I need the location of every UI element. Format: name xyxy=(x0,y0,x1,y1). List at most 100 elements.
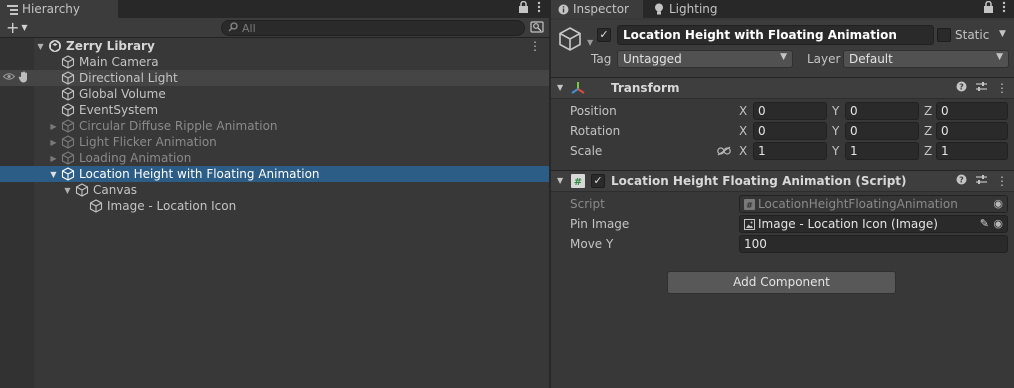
eye-icon[interactable] xyxy=(2,72,16,84)
hierarchy-item-label: Directional Light xyxy=(79,71,178,85)
hierarchy-item[interactable]: ▶ Circular Diffuse Ripple Animation xyxy=(0,118,549,134)
tab-inspector[interactable]: Inspector xyxy=(551,0,643,18)
script-component-header[interactable]: ▼ # ✓ Location Height Floating Animation… xyxy=(551,170,1014,192)
tab-lighting[interactable]: Lighting xyxy=(647,0,727,18)
gameobject-cube-icon xyxy=(61,103,75,117)
rotation-x-field[interactable]: 0 xyxy=(753,122,827,140)
expand-arrow-icon[interactable]: ▼ xyxy=(36,42,45,51)
unity-scene-icon xyxy=(48,39,62,53)
kebab-menu-icon[interactable]: ⋮ xyxy=(529,39,541,53)
svg-text:?: ? xyxy=(959,176,964,185)
hierarchy-item[interactable]: ▶ Light Flicker Animation xyxy=(0,134,549,150)
pen-icon[interactable]: ✎ xyxy=(980,217,989,230)
gameobject-cube-icon xyxy=(61,55,75,69)
hierarchy-item[interactable]: Directional Light xyxy=(0,70,549,86)
hierarchy-item[interactable]: ▶ Loading Animation xyxy=(0,150,549,166)
axis-y-label: Y xyxy=(832,124,840,138)
inspector-tabbar: Inspector Lighting xyxy=(551,0,1014,18)
gameobject-cube-icon[interactable] xyxy=(557,26,585,54)
position-z-field[interactable]: 0 xyxy=(936,102,1008,120)
hierarchy-panel: Hierarchy +▼ ▼ xyxy=(0,0,549,388)
expand-arrow-icon[interactable]: ▼ xyxy=(49,170,58,179)
static-checkbox[interactable] xyxy=(937,28,951,42)
help-icon[interactable]: ? xyxy=(956,174,967,188)
object-name-field[interactable]: Location Height with Floating Animation xyxy=(617,25,934,45)
chevron-down-icon: ▼ xyxy=(21,23,28,32)
visibility-toggles xyxy=(2,71,33,86)
chevron-down-icon[interactable]: ▼ xyxy=(557,83,563,92)
scale-x-field[interactable]: 1 xyxy=(753,142,827,160)
transform-component-header[interactable]: ▼ Transform ? ⋮ xyxy=(551,77,1014,99)
lock-icon[interactable] xyxy=(983,0,994,16)
svg-text:?: ? xyxy=(959,83,964,92)
hierarchy-item-label: Circular Diffuse Ripple Animation xyxy=(79,119,278,133)
position-y-field[interactable]: 0 xyxy=(845,102,919,120)
move-y-row: Move Y 100 xyxy=(551,234,1014,254)
hierarchy-item-label: Canvas xyxy=(93,183,138,197)
hierarchy-item-label: Image - Location Icon xyxy=(107,199,237,213)
pick-hand-icon[interactable] xyxy=(18,71,29,86)
tab-hierarchy[interactable]: Hierarchy xyxy=(0,0,118,18)
help-icon[interactable]: ? xyxy=(956,81,967,95)
kebab-menu-icon[interactable]: ⋮ xyxy=(996,174,1008,188)
kebab-menu-icon[interactable]: ⋮ xyxy=(996,81,1008,95)
scale-y-field[interactable]: 1 xyxy=(845,142,919,160)
hierarchy-item-label: Location Height with Floating Animation xyxy=(79,167,320,181)
layer-dropdown[interactable]: Default ▼ xyxy=(843,50,1009,68)
lock-icon[interactable] xyxy=(518,0,529,16)
expand-arrow-icon[interactable]: ▼ xyxy=(63,186,72,195)
lighting-bulb-icon xyxy=(653,3,665,15)
pin-image-row: Pin Image Image - Location Icon (Image) … xyxy=(551,214,1014,234)
hierarchy-search[interactable] xyxy=(221,20,525,36)
scale-z-field[interactable]: 1 xyxy=(936,142,1008,160)
chevron-down-icon: ▼ xyxy=(780,52,787,62)
svg-text:#: # xyxy=(746,201,753,210)
create-button[interactable]: + ▼ xyxy=(6,20,34,36)
hierarchy-item-label: Main Camera xyxy=(79,55,159,69)
hierarchy-item-label: Light Flicker Animation xyxy=(79,135,217,149)
hierarchy-item[interactable]: Global Volume xyxy=(0,86,549,102)
script-hash-icon: # xyxy=(744,199,755,210)
expand-arrow-icon[interactable]: ▶ xyxy=(49,122,58,131)
hierarchy-item[interactable]: EventSystem xyxy=(0,102,549,118)
hierarchy-item[interactable]: ▼ Canvas xyxy=(0,182,549,198)
hierarchy-icon xyxy=(6,3,18,15)
preset-icon[interactable] xyxy=(976,174,987,188)
tag-value: Untagged xyxy=(623,52,682,66)
chevron-down-icon[interactable]: ▼ xyxy=(999,29,1006,39)
gameobject-cube-icon xyxy=(61,119,75,133)
static-label: Static xyxy=(955,28,990,42)
expand-arrow-icon[interactable]: ▶ xyxy=(49,154,58,163)
gameobject-cube-icon xyxy=(61,71,75,85)
hierarchy-item[interactable]: Image - Location Icon xyxy=(0,198,549,214)
chevron-down-icon[interactable]: ▼ xyxy=(587,38,593,47)
image-icon xyxy=(744,219,755,230)
kebab-menu-icon[interactable] xyxy=(537,1,541,16)
tag-dropdown[interactable]: Untagged ▼ xyxy=(617,50,793,68)
constrain-link-icon[interactable] xyxy=(717,145,731,159)
hierarchy-item[interactable]: Main Camera xyxy=(0,54,549,70)
scene-visibility-icon[interactable] xyxy=(530,20,544,34)
search-input[interactable] xyxy=(242,21,502,35)
hierarchy-item-label: Global Volume xyxy=(79,87,166,101)
hierarchy-item-selected[interactable]: ▼ Location Height with Floating Animatio… xyxy=(0,166,549,182)
chevron-down-icon[interactable]: ▼ xyxy=(557,176,563,185)
rotation-z-field[interactable]: 0 xyxy=(936,122,1008,140)
tab-lighting-label: Lighting xyxy=(669,2,718,16)
object-picker-icon[interactable]: ◉ xyxy=(993,217,1003,230)
active-checkbox[interactable]: ✓ xyxy=(597,28,611,42)
scene-row[interactable]: ▼ Zerry Library ⋮ xyxy=(0,38,549,54)
rotation-y-field[interactable]: 0 xyxy=(845,122,919,140)
expand-arrow-icon[interactable]: ▶ xyxy=(49,138,58,147)
kebab-menu-icon[interactable] xyxy=(1002,1,1006,16)
move-y-field[interactable]: 100 xyxy=(739,235,1008,253)
position-x-field[interactable]: 0 xyxy=(753,102,827,120)
hierarchy-tab-tools xyxy=(518,0,541,16)
scale-row: Scale X 1 Y 1 Z 1 xyxy=(551,141,1014,161)
pin-image-field[interactable]: Image - Location Icon (Image) ✎ ◉ xyxy=(739,215,1008,233)
tag-label: Tag xyxy=(591,52,612,66)
add-component-button[interactable]: Add Component xyxy=(667,271,896,294)
script-enabled-checkbox[interactable]: ✓ xyxy=(591,174,605,188)
gameobject-cube-icon xyxy=(61,167,75,181)
preset-icon[interactable] xyxy=(976,81,987,95)
